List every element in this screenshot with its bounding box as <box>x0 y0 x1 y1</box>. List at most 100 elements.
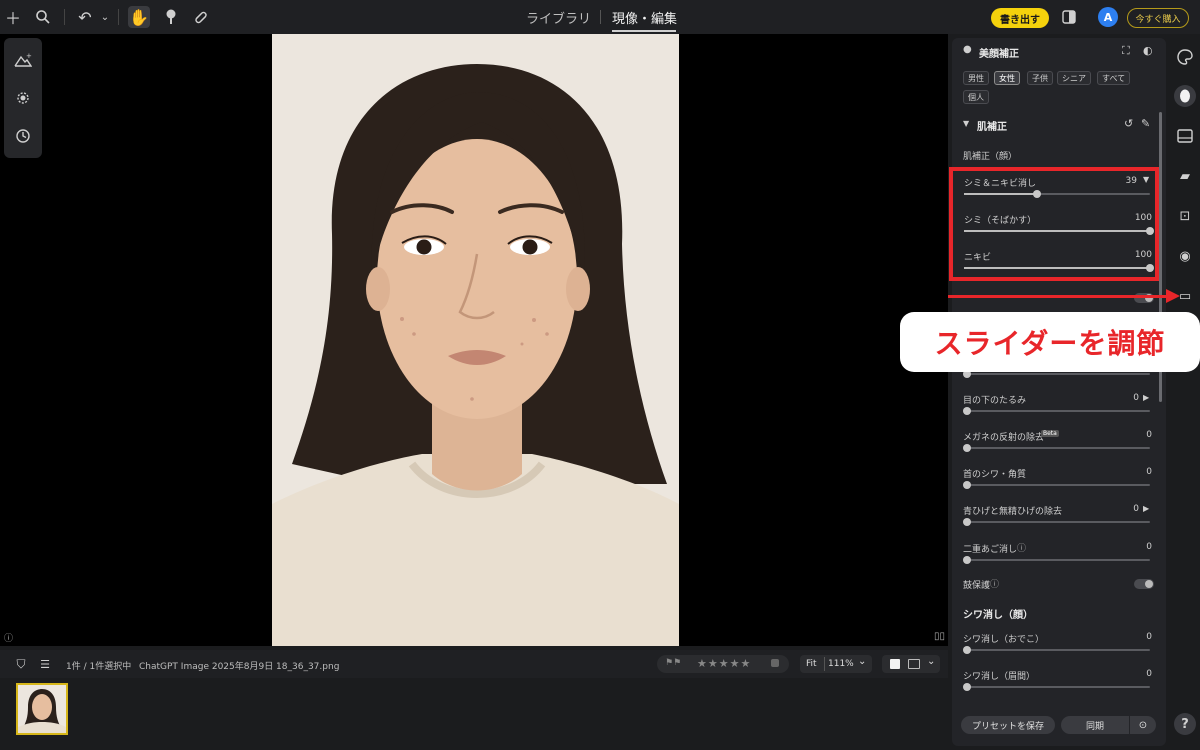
save-preset-button[interactable]: プリセットを保存 <box>961 716 1055 734</box>
color-label-icon[interactable] <box>771 659 779 667</box>
help-icon[interactable]: ⓘ <box>990 577 999 590</box>
undo-icon[interactable]: ↶ <box>74 6 96 28</box>
slider-knob[interactable] <box>963 646 971 654</box>
slider-beard[interactable] <box>963 518 1150 526</box>
slider-neck-wrinkle[interactable] <box>963 481 1150 489</box>
slider-label: 目の下のたるみ <box>963 396 1027 406</box>
tab-develop[interactable]: 現像・編集 <box>612 8 677 27</box>
zoom-level[interactable]: 111% <box>828 659 854 669</box>
slider-knob[interactable] <box>963 481 971 489</box>
chip-female[interactable]: 女性 <box>994 71 1020 85</box>
slider-glasses-reflection[interactable] <box>963 444 1150 452</box>
help-icon[interactable]: ⓘ <box>1017 541 1026 554</box>
slider-forehead-wrinkle[interactable] <box>963 646 1150 654</box>
section-wrinkle: シワ消し（顔） <box>963 610 1033 621</box>
face-detect-icon[interactable]: ⛶ <box>1122 44 1130 58</box>
auto-edit-icon[interactable]: ✎ <box>1141 117 1150 130</box>
bandage-tool-icon[interactable] <box>190 6 212 28</box>
help-icon[interactable]: ? <box>1174 713 1196 735</box>
active-tab-indicator <box>612 30 676 32</box>
chip-child[interactable]: 子供 <box>1027 71 1053 85</box>
highlight-box <box>949 167 1159 281</box>
filmstrip-toolbar: ⛉ ☰ 1件 / 1件選択中 ChatGPT Image 2025年8月9日 1… <box>0 650 948 678</box>
rating-bar: ⚑⚑ ★★★★★ <box>657 655 789 673</box>
file-name: ChatGPT Image 2025年8月9日 18_36_37.png <box>139 662 340 672</box>
camera-icon[interactable]: ◉ <box>1174 245 1196 267</box>
slider-label: シワ消し（眉間） <box>963 672 1036 682</box>
portrait-photo <box>272 34 679 646</box>
panel-title: 美顔補正 <box>979 49 1019 60</box>
slider-value: 0 <box>1146 467 1152 477</box>
fit-button[interactable]: Fit <box>806 659 817 669</box>
chip-male[interactable]: 男性 <box>963 71 989 85</box>
slider-knob[interactable] <box>963 556 971 564</box>
slider-value: 0 <box>1146 632 1152 642</box>
slider-value: 0 <box>1146 430 1152 440</box>
landscape-enhance-icon[interactable]: + <box>13 50 33 70</box>
flag-icon[interactable]: ⚑⚑ <box>665 658 681 668</box>
slider-value: 0 <box>1133 504 1139 514</box>
filter-icon[interactable]: ⛉ <box>10 653 32 675</box>
filmstrip <box>0 678 948 750</box>
sync-button[interactable]: 同期 <box>1061 716 1129 734</box>
sort-icon[interactable]: ☰ <box>34 653 56 675</box>
add-icon[interactable]: ＋ <box>2 6 24 28</box>
hand-tool-icon[interactable]: ✋ <box>128 6 150 28</box>
search-icon[interactable] <box>32 6 54 28</box>
single-view-icon[interactable] <box>890 659 900 669</box>
crop-icon[interactable]: ⊡ <box>1174 205 1196 227</box>
clothing-icon[interactable]: ▰ <box>1174 165 1196 187</box>
collapse-icon[interactable]: ▼ <box>963 119 969 128</box>
view-mode-control: ⌄ <box>882 655 940 673</box>
chip-all[interactable]: すべて <box>1097 71 1131 85</box>
export-button[interactable]: 書き出す <box>991 8 1049 28</box>
slider-label: 青ひげと無精ひげの除去 <box>963 507 1063 517</box>
chip-individual[interactable]: 個人 <box>963 90 989 104</box>
protect-toggle[interactable] <box>1134 579 1154 589</box>
zoom-divider <box>824 657 825 671</box>
face-retouch-icon[interactable] <box>1174 85 1196 107</box>
info-icon[interactable]: ⓘ <box>4 631 14 644</box>
star-rating-icon[interactable]: ★★★★★ <box>697 657 751 670</box>
palette-icon[interactable] <box>1174 46 1196 68</box>
history-icon[interactable] <box>13 126 33 146</box>
arrow-head-icon <box>1166 289 1180 303</box>
slider-double-chin[interactable] <box>963 556 1150 564</box>
beta-badge: Beta <box>1041 430 1059 437</box>
slider-label: 首のシワ・角質 <box>963 470 1027 480</box>
radial-adjust-icon[interactable] <box>13 88 33 108</box>
slider-knob[interactable] <box>963 444 971 452</box>
compare-icon[interactable]: ◐ <box>1143 44 1153 57</box>
compare-view-icon[interactable]: ▯▯ <box>934 631 946 642</box>
chevron-down-icon[interactable]: ⌄ <box>858 656 866 667</box>
svg-text:+: + <box>26 52 32 60</box>
arrow-line <box>948 295 1170 298</box>
reset-icon[interactable]: ↺ <box>1124 117 1133 130</box>
buy-now-button[interactable]: 今すぐ購入 <box>1127 8 1189 28</box>
slider-knob[interactable] <box>963 683 971 691</box>
selection-count: 1件 / 1件選択中 <box>66 662 132 672</box>
avatar[interactable]: A <box>1098 7 1118 27</box>
slider-under-eye[interactable] <box>963 407 1150 415</box>
thumbnail[interactable] <box>16 683 68 735</box>
gradient-icon[interactable] <box>1174 125 1196 147</box>
brush-tool-icon[interactable] <box>160 6 182 28</box>
chevron-down-icon[interactable]: ⌄ <box>94 6 116 28</box>
chip-senior[interactable]: シニア <box>1057 71 1091 85</box>
tab-divider <box>600 10 601 24</box>
slider-brow-wrinkle[interactable] <box>963 683 1150 691</box>
expand-right-icon[interactable]: ▶ <box>1143 393 1149 402</box>
slider-knob[interactable] <box>963 518 971 526</box>
expand-right-icon[interactable]: ▶ <box>1143 504 1149 513</box>
sync-settings-icon[interactable]: ⊙ <box>1130 716 1156 734</box>
slider-label: メガネの反射の除去 <box>963 433 1045 443</box>
panel-toggle-icon[interactable] <box>1058 6 1080 28</box>
chevron-down-icon[interactable]: ⌄ <box>927 656 935 667</box>
split-view-icon[interactable] <box>908 659 920 669</box>
tab-library[interactable]: ライブラリ <box>526 8 591 27</box>
slider-hidden[interactable] <box>963 370 1150 378</box>
slider-label: 二重あご消し <box>963 545 1018 555</box>
slider-value: 0 <box>1146 542 1152 552</box>
annotation-callout: スライダーを調節 <box>900 312 1200 372</box>
slider-knob[interactable] <box>963 407 971 415</box>
